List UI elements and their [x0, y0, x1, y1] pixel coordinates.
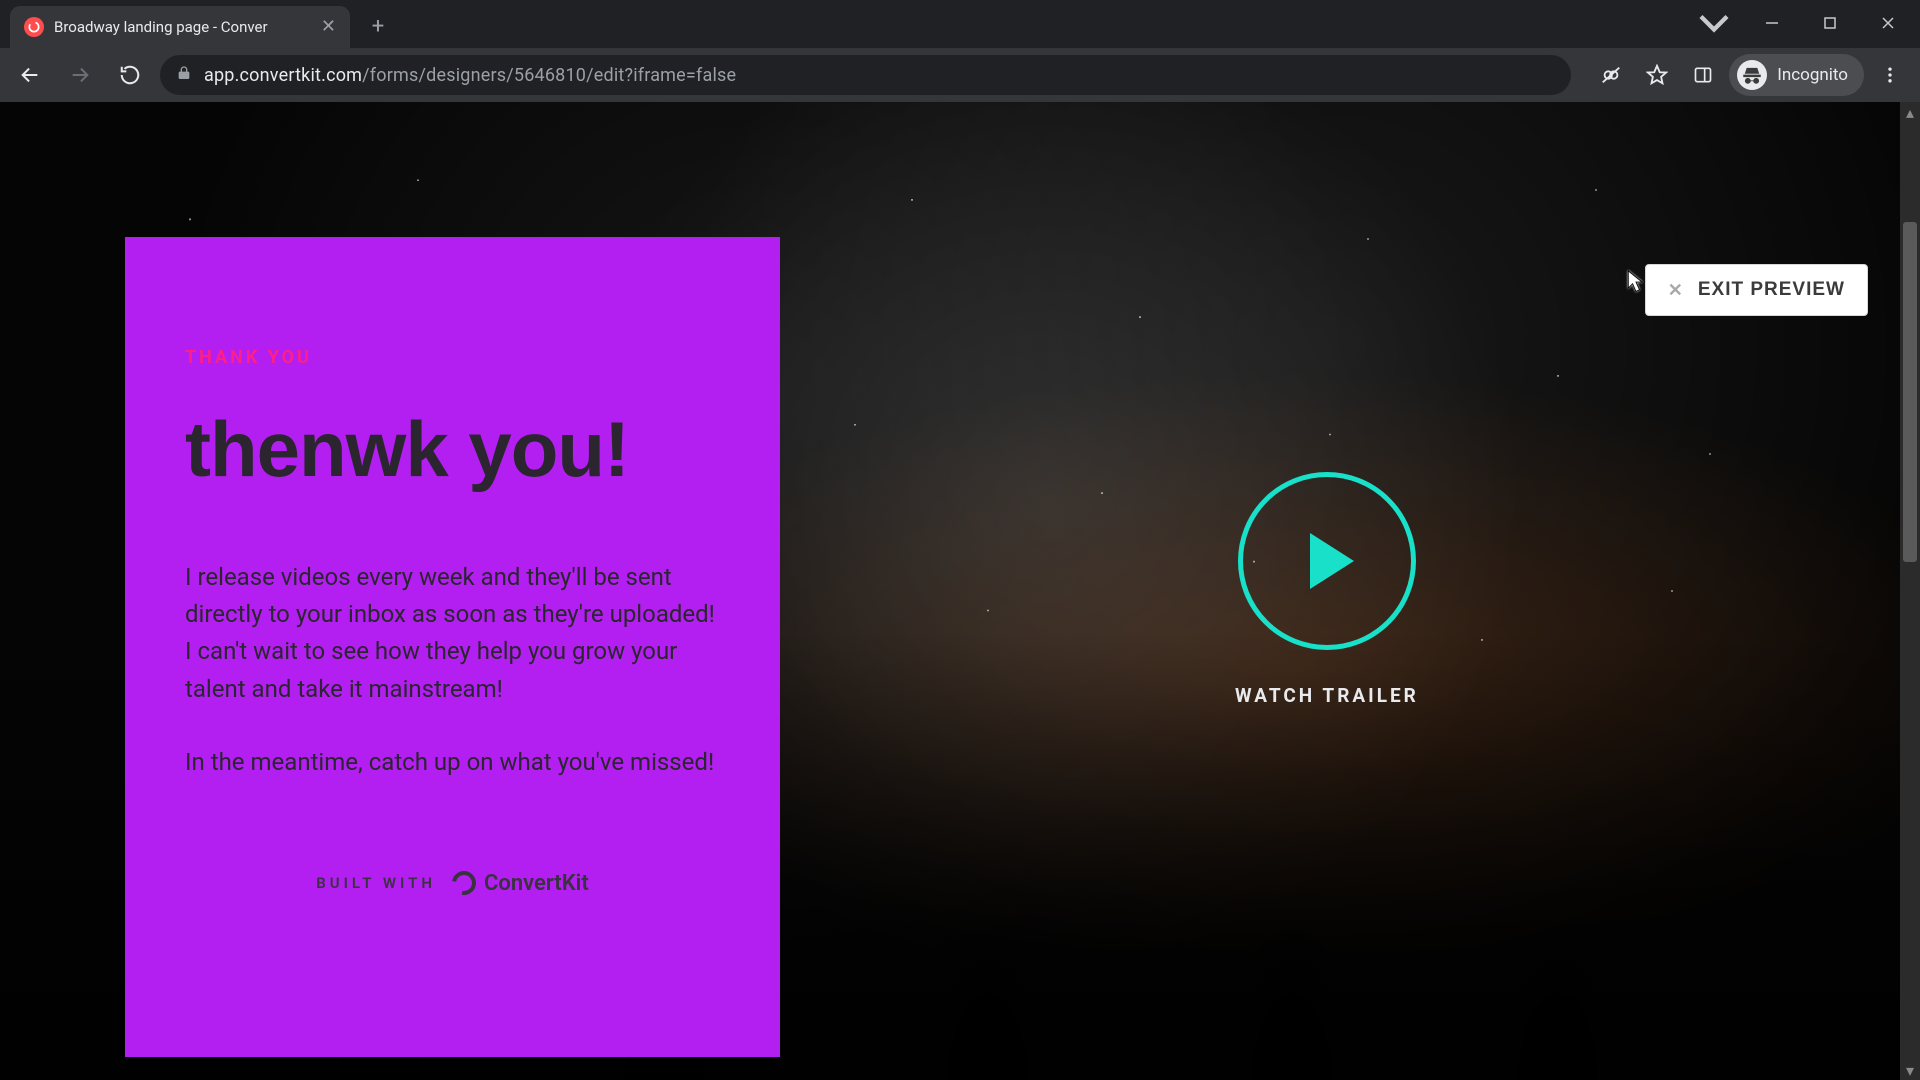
exit-preview-button[interactable]: ✕ EXIT PREVIEW — [1645, 264, 1868, 316]
incognito-pill[interactable]: Incognito — [1729, 54, 1864, 96]
bookmark-star-icon[interactable] — [1637, 55, 1677, 95]
tab-title: Broadway landing page - Conver — [54, 18, 311, 36]
body-paragraph-2: In the meantime, catch up on what you've… — [185, 744, 720, 781]
url-text: app.convertkit.com/forms/designers/56468… — [204, 65, 1555, 86]
built-with-badge[interactable]: BUILT WITH ConvertKit — [185, 871, 720, 896]
convertkit-wordmark: ConvertKit — [484, 871, 589, 896]
secure-lock-icon — [176, 65, 192, 85]
tab-favicon-icon — [24, 17, 44, 37]
toolbar-right: Incognito — [1581, 54, 1910, 96]
thank-you-card: THANK YOU thenwk you! I release videos e… — [125, 237, 780, 1057]
video-play-block: WATCH TRAILER — [1235, 472, 1419, 707]
window-controls — [1688, 0, 1920, 46]
browser-chrome: Broadway landing page - Conver ✕ + app.c… — [0, 0, 1920, 102]
play-icon — [1310, 533, 1354, 589]
exit-preview-label: EXIT PREVIEW — [1698, 279, 1845, 301]
body-paragraph-1: I release videos every week and they'll … — [185, 559, 720, 708]
watch-trailer-label: WATCH TRAILER — [1235, 684, 1419, 707]
browser-toolbar: app.convertkit.com/forms/designers/56468… — [0, 48, 1920, 102]
close-icon: ✕ — [1668, 281, 1684, 299]
incognito-label: Incognito — [1777, 65, 1848, 85]
tracking-blocked-icon[interactable] — [1591, 55, 1631, 95]
eyebrow-label: THANK YOU — [185, 347, 720, 368]
nav-back-button[interactable] — [10, 55, 50, 95]
vertical-scrollbar[interactable]: ▴ ▾ — [1900, 102, 1920, 1080]
window-close-button[interactable] — [1862, 5, 1914, 41]
scrollbar-thumb[interactable] — [1903, 222, 1917, 562]
scroll-down-arrow-icon[interactable]: ▾ — [1900, 1060, 1920, 1080]
tab-close-icon[interactable]: ✕ — [321, 18, 336, 36]
convertkit-logo: ConvertKit — [452, 871, 589, 896]
url-path: /forms/designers/5646810/edit?iframe=fal… — [362, 65, 736, 86]
headline: thenwk you! — [185, 404, 720, 495]
window-maximize-button[interactable] — [1804, 5, 1856, 41]
address-bar[interactable]: app.convertkit.com/forms/designers/56468… — [160, 55, 1571, 95]
page-viewport: THANK YOU thenwk you! I release videos e… — [0, 102, 1920, 1080]
scroll-up-arrow-icon[interactable]: ▴ — [1900, 102, 1920, 122]
built-with-label: BUILT WITH — [316, 874, 436, 892]
window-minimize-button[interactable] — [1746, 5, 1798, 41]
new-tab-button[interactable]: + — [360, 8, 396, 44]
convertkit-ring-icon — [447, 867, 480, 900]
tab-search-chevron-icon[interactable] — [1688, 5, 1740, 41]
browser-tab[interactable]: Broadway landing page - Conver ✕ — [10, 6, 350, 48]
url-host: app.convertkit.com — [204, 65, 362, 86]
body-text: I release videos every week and they'll … — [185, 559, 720, 781]
tab-bar: Broadway landing page - Conver ✕ + — [0, 0, 1920, 48]
nav-reload-button[interactable] — [110, 55, 150, 95]
nav-forward-button[interactable] — [60, 55, 100, 95]
browser-menu-icon[interactable] — [1870, 55, 1910, 95]
side-panel-icon[interactable] — [1683, 55, 1723, 95]
incognito-icon — [1737, 60, 1767, 90]
play-button[interactable] — [1238, 472, 1416, 650]
